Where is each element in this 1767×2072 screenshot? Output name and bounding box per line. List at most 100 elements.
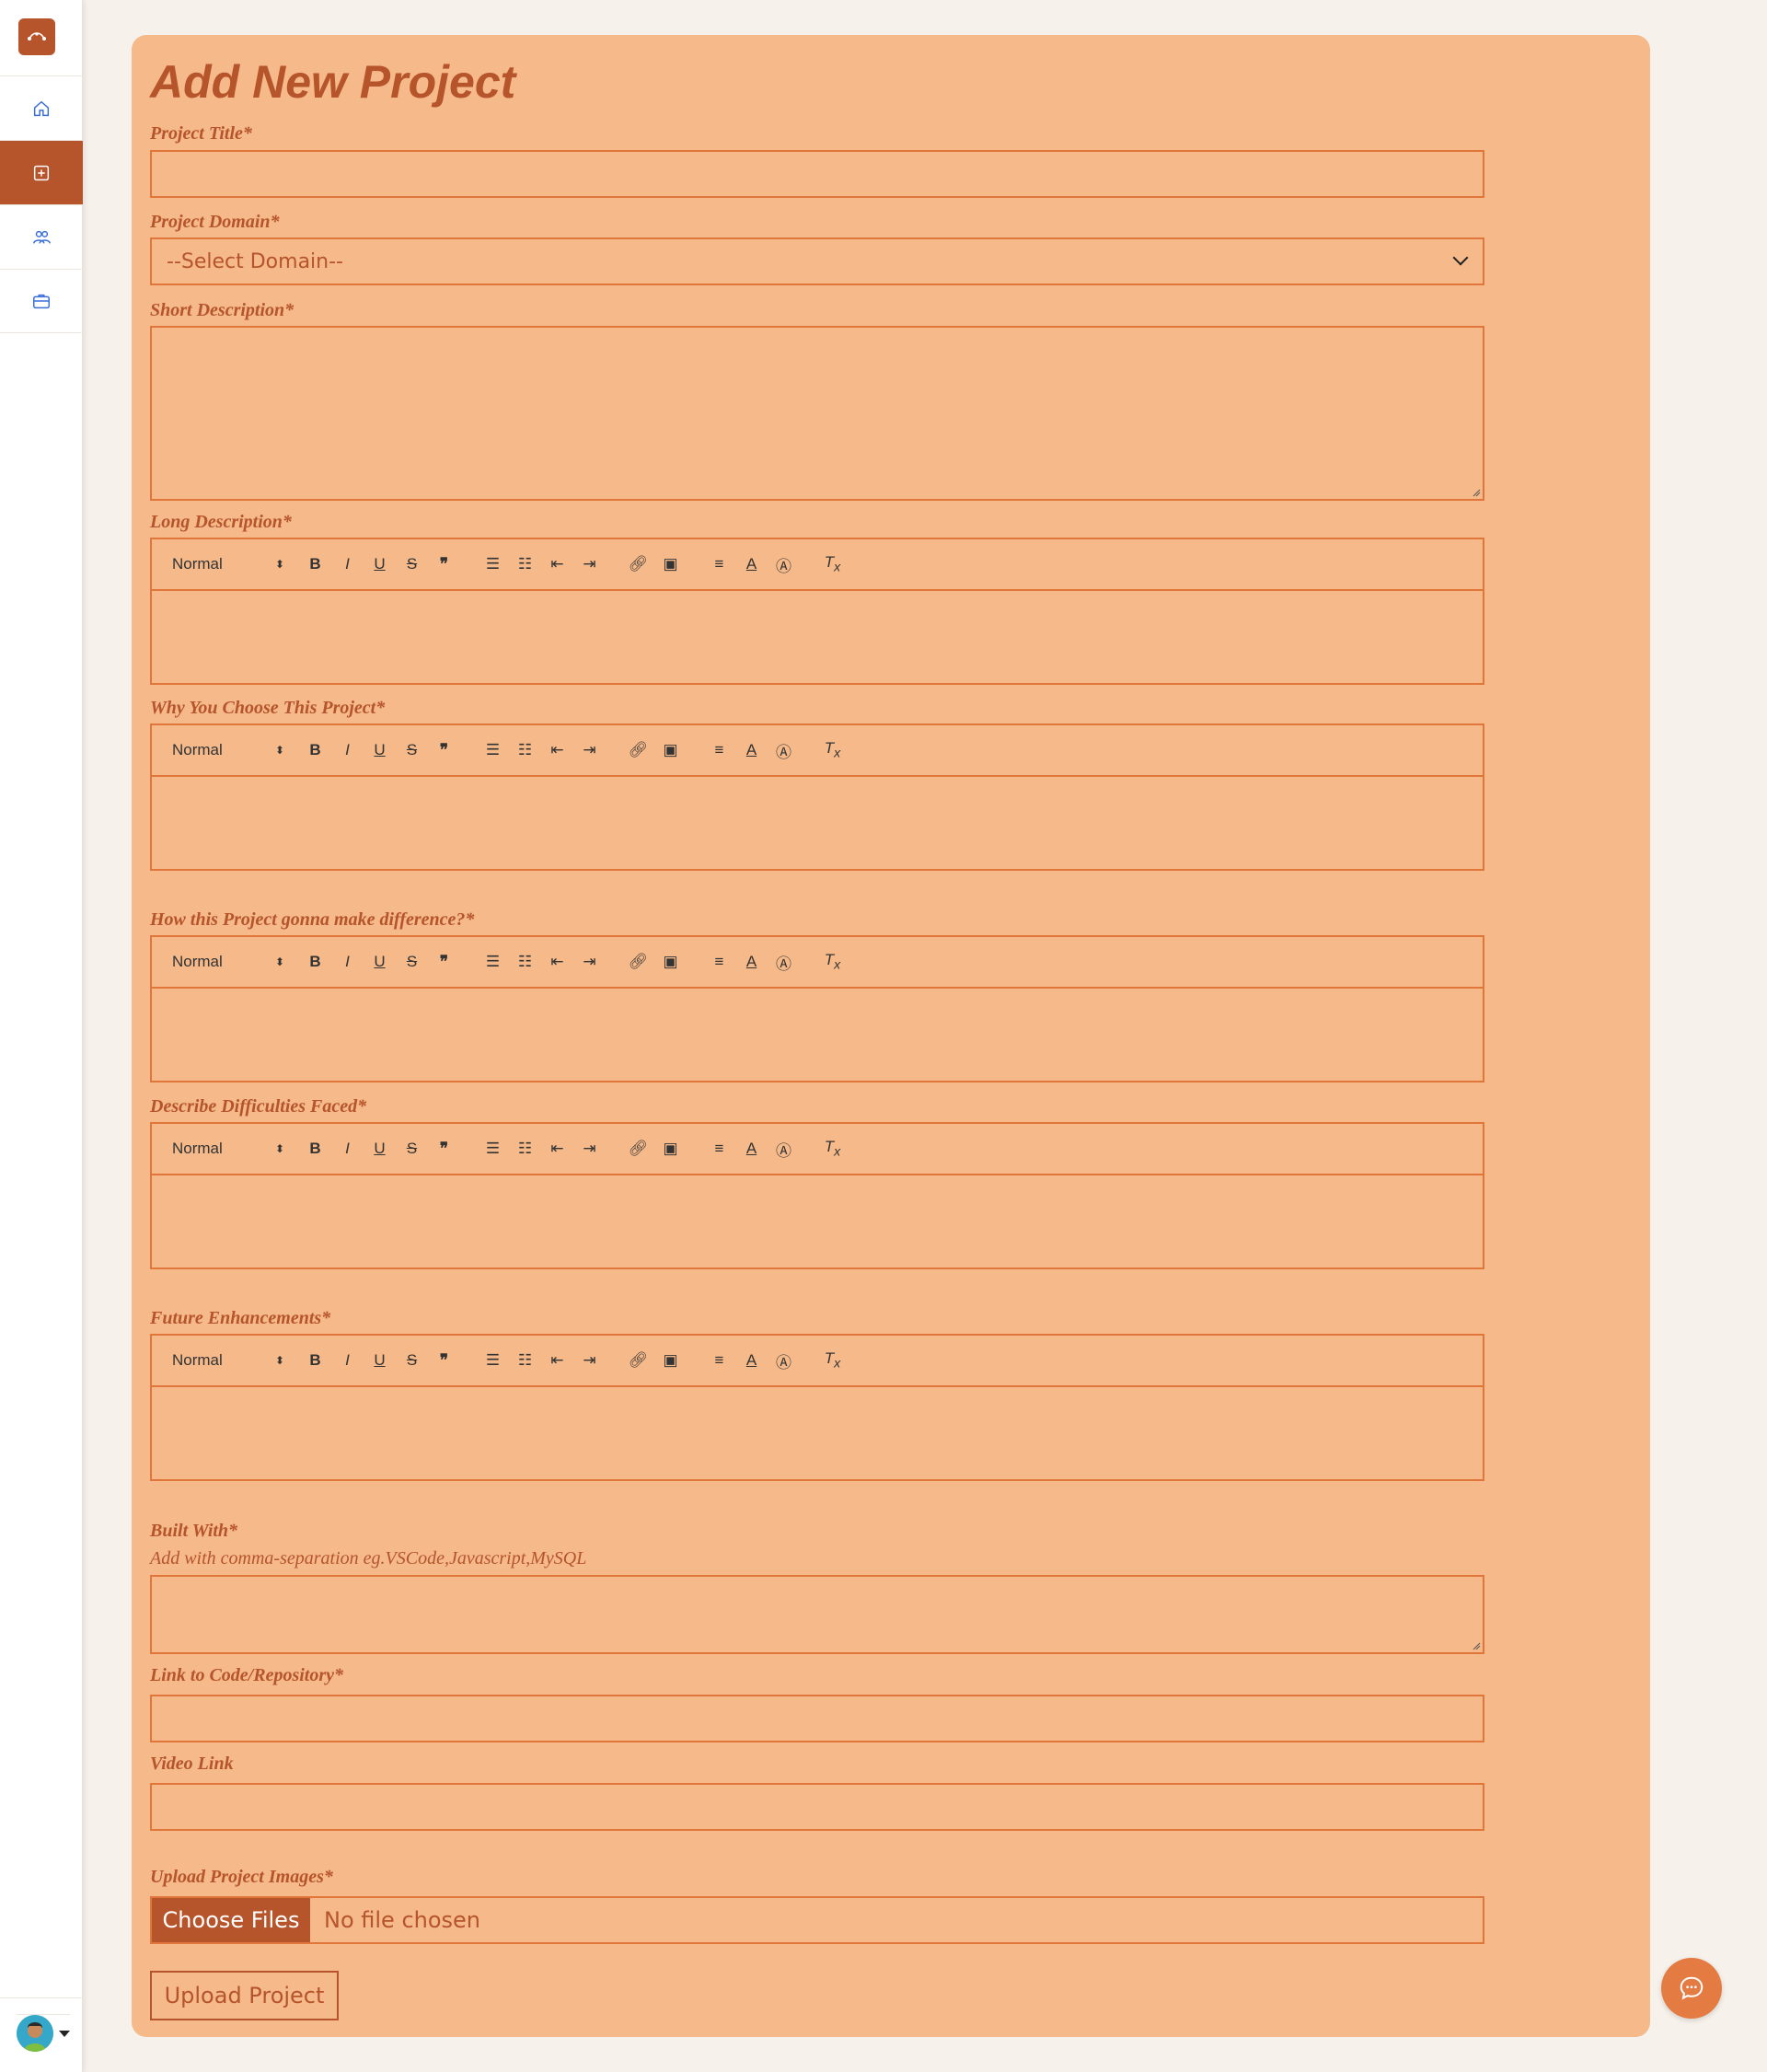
italic-icon[interactable]: I bbox=[331, 951, 364, 973]
underline-icon[interactable]: U bbox=[364, 951, 396, 973]
bold-icon[interactable]: B bbox=[299, 739, 331, 761]
strike-icon[interactable]: S bbox=[396, 1138, 428, 1160]
why-editor[interactable]: Normal ⬍ B I U S ❞ ☰ ☷ ⇤ ⇥ 🔗︎ ▣ ≡ A Ⓐ Tx bbox=[150, 723, 1484, 871]
format-select[interactable]: Normal ⬍ bbox=[172, 953, 284, 971]
resize-handle-icon[interactable] bbox=[1472, 488, 1481, 497]
align-icon[interactable]: ≡ bbox=[703, 553, 735, 575]
chat-button[interactable] bbox=[1661, 1958, 1722, 2019]
strike-icon[interactable]: S bbox=[396, 1349, 428, 1372]
clear-format-icon[interactable]: Tx bbox=[816, 1138, 849, 1160]
sidebar-item-users[interactable] bbox=[0, 204, 83, 269]
app-logo[interactable] bbox=[18, 18, 55, 55]
format-select[interactable]: Normal ⬍ bbox=[172, 1351, 284, 1370]
bold-icon[interactable]: B bbox=[299, 553, 331, 575]
indent-icon[interactable]: ⇥ bbox=[573, 1349, 606, 1372]
quote-icon[interactable]: ❞ bbox=[428, 739, 460, 761]
text-color-icon[interactable]: A bbox=[735, 1138, 768, 1160]
short-description-textarea[interactable] bbox=[150, 326, 1484, 501]
outdent-icon[interactable]: ⇤ bbox=[541, 951, 573, 973]
quote-icon[interactable]: ❞ bbox=[428, 553, 460, 575]
link-icon[interactable]: 🔗︎ bbox=[622, 951, 654, 973]
text-color-icon[interactable]: A bbox=[735, 739, 768, 761]
strike-icon[interactable]: S bbox=[396, 951, 428, 973]
align-icon[interactable]: ≡ bbox=[703, 951, 735, 973]
bullet-list-icon[interactable]: ☷ bbox=[509, 553, 541, 575]
link-icon[interactable]: 🔗︎ bbox=[622, 553, 654, 575]
indent-icon[interactable]: ⇥ bbox=[573, 1138, 606, 1160]
image-icon[interactable]: ▣ bbox=[654, 951, 687, 973]
outdent-icon[interactable]: ⇤ bbox=[541, 739, 573, 761]
background-color-icon[interactable]: Ⓐ bbox=[768, 1349, 800, 1372]
future-editor[interactable]: Normal ⬍ B I U S ❞ ☰ ☷ ⇤ ⇥ 🔗︎ ▣ ≡ A Ⓐ Tx bbox=[150, 1334, 1484, 1481]
clear-format-icon[interactable]: Tx bbox=[816, 1349, 849, 1372]
italic-icon[interactable]: I bbox=[331, 739, 364, 761]
bullet-list-icon[interactable]: ☷ bbox=[509, 1138, 541, 1160]
bullet-list-icon[interactable]: ☷ bbox=[509, 739, 541, 761]
sidebar-item-projects[interactable] bbox=[0, 269, 83, 333]
quote-icon[interactable]: ❞ bbox=[428, 1349, 460, 1372]
text-color-icon[interactable]: A bbox=[735, 553, 768, 575]
difference-editor[interactable]: Normal ⬍ B I U S ❞ ☰ ☷ ⇤ ⇥ 🔗︎ ▣ ≡ A Ⓐ Tx bbox=[150, 935, 1484, 1082]
indent-icon[interactable]: ⇥ bbox=[573, 739, 606, 761]
format-select[interactable]: Normal ⬍ bbox=[172, 555, 284, 573]
sidebar-item-home[interactable] bbox=[0, 75, 83, 140]
ordered-list-icon[interactable]: ☰ bbox=[477, 553, 509, 575]
align-icon[interactable]: ≡ bbox=[703, 1138, 735, 1160]
clear-format-icon[interactable]: Tx bbox=[816, 739, 849, 761]
text-color-icon[interactable]: A bbox=[735, 951, 768, 973]
italic-icon[interactable]: I bbox=[331, 1138, 364, 1160]
clear-format-icon[interactable]: Tx bbox=[816, 553, 849, 575]
text-color-icon[interactable]: A bbox=[735, 1349, 768, 1372]
bold-icon[interactable]: B bbox=[299, 1349, 331, 1372]
image-icon[interactable]: ▣ bbox=[654, 739, 687, 761]
quote-icon[interactable]: ❞ bbox=[428, 951, 460, 973]
resize-handle-icon[interactable] bbox=[1472, 1641, 1481, 1650]
image-icon[interactable]: ▣ bbox=[654, 1349, 687, 1372]
bold-icon[interactable]: B bbox=[299, 951, 331, 973]
difficulties-editor[interactable]: Normal ⬍ B I U S ❞ ☰ ☷ ⇤ ⇥ 🔗︎ ▣ ≡ A Ⓐ Tx bbox=[150, 1122, 1484, 1269]
upload-images-input[interactable]: Choose Files No file chosen bbox=[150, 1896, 1484, 1944]
background-color-icon[interactable]: Ⓐ bbox=[768, 739, 800, 761]
sidebar-item-add-project[interactable] bbox=[0, 140, 83, 204]
clear-format-icon[interactable]: Tx bbox=[816, 951, 849, 973]
background-color-icon[interactable]: Ⓐ bbox=[768, 1138, 800, 1160]
built-with-textarea[interactable] bbox=[150, 1575, 1484, 1654]
bullet-list-icon[interactable]: ☷ bbox=[509, 951, 541, 973]
italic-icon[interactable]: I bbox=[331, 553, 364, 575]
quote-icon[interactable]: ❞ bbox=[428, 1138, 460, 1160]
link-input[interactable] bbox=[150, 1695, 1484, 1742]
user-menu[interactable] bbox=[17, 2014, 70, 2052]
outdent-icon[interactable]: ⇤ bbox=[541, 1349, 573, 1372]
underline-icon[interactable]: U bbox=[364, 1349, 396, 1372]
format-select[interactable]: Normal ⬍ bbox=[172, 741, 284, 759]
choose-files-button[interactable]: Choose Files bbox=[152, 1898, 310, 1942]
align-icon[interactable]: ≡ bbox=[703, 1349, 735, 1372]
image-icon[interactable]: ▣ bbox=[654, 1138, 687, 1160]
link-icon[interactable]: 🔗︎ bbox=[622, 1349, 654, 1372]
strike-icon[interactable]: S bbox=[396, 553, 428, 575]
link-icon[interactable]: 🔗︎ bbox=[622, 739, 654, 761]
italic-icon[interactable]: I bbox=[331, 1349, 364, 1372]
indent-icon[interactable]: ⇥ bbox=[573, 553, 606, 575]
format-select[interactable]: Normal ⬍ bbox=[172, 1140, 284, 1158]
project-domain-select[interactable]: --Select Domain-- bbox=[150, 237, 1484, 285]
align-icon[interactable]: ≡ bbox=[703, 739, 735, 761]
indent-icon[interactable]: ⇥ bbox=[573, 951, 606, 973]
ordered-list-icon[interactable]: ☰ bbox=[477, 739, 509, 761]
video-link-input[interactable] bbox=[150, 1783, 1484, 1831]
ordered-list-icon[interactable]: ☰ bbox=[477, 1349, 509, 1372]
underline-icon[interactable]: U bbox=[364, 739, 396, 761]
underline-icon[interactable]: U bbox=[364, 1138, 396, 1160]
upload-project-button[interactable]: Upload Project bbox=[150, 1971, 339, 2020]
image-icon[interactable]: ▣ bbox=[654, 553, 687, 575]
outdent-icon[interactable]: ⇤ bbox=[541, 553, 573, 575]
strike-icon[interactable]: S bbox=[396, 739, 428, 761]
bold-icon[interactable]: B bbox=[299, 1138, 331, 1160]
outdent-icon[interactable]: ⇤ bbox=[541, 1138, 573, 1160]
ordered-list-icon[interactable]: ☰ bbox=[477, 1138, 509, 1160]
long-description-editor[interactable]: Normal ⬍ B I U S ❞ ☰ ☷ ⇤ ⇥ 🔗︎ ▣ ≡ A Ⓐ Tx bbox=[150, 538, 1484, 685]
background-color-icon[interactable]: Ⓐ bbox=[768, 951, 800, 973]
underline-icon[interactable]: U bbox=[364, 553, 396, 575]
link-icon[interactable]: 🔗︎ bbox=[622, 1138, 654, 1160]
background-color-icon[interactable]: Ⓐ bbox=[768, 553, 800, 575]
